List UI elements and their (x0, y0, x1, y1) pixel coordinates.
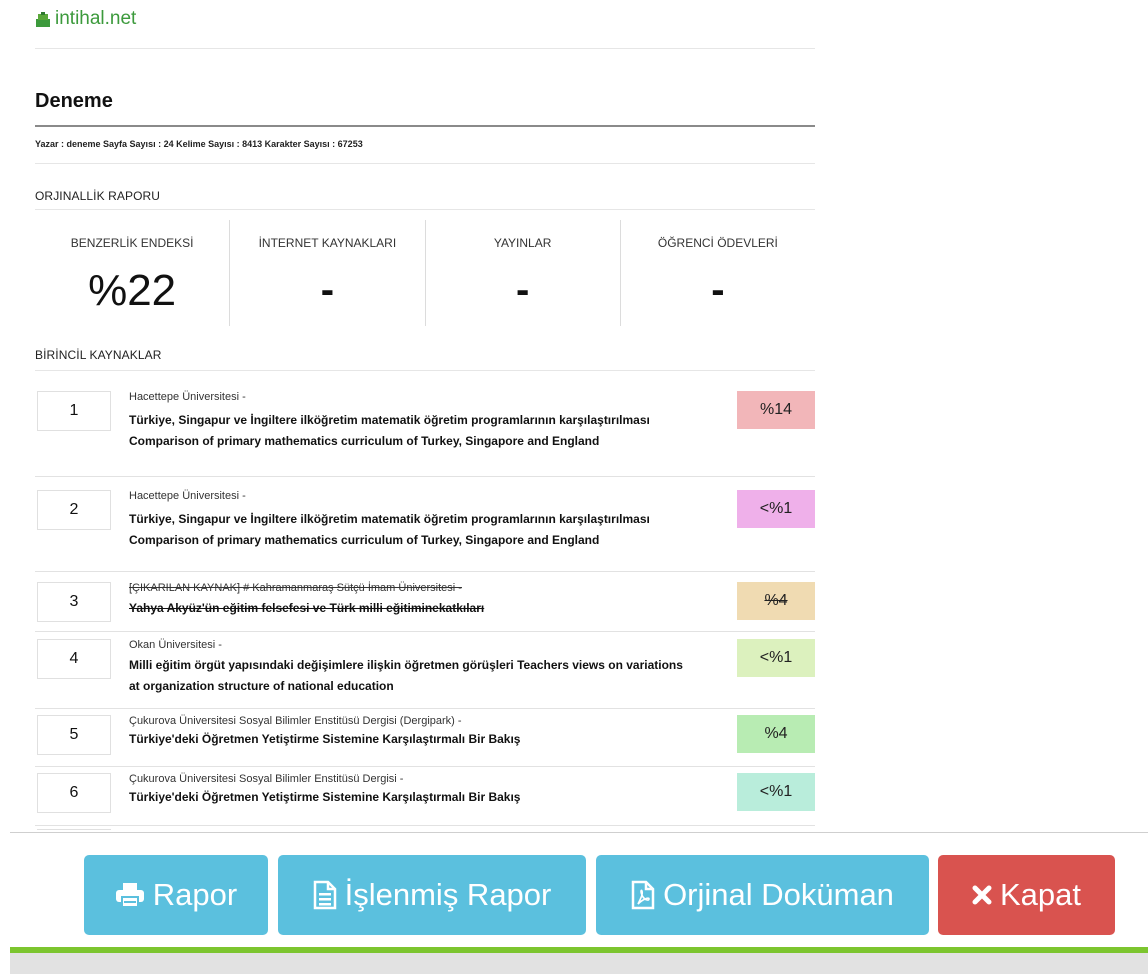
source-number: 4 (37, 639, 111, 679)
source-number: 5 (37, 715, 111, 755)
file-pdf-icon (631, 880, 655, 910)
primary-sources-heading: BİRİNCİL KAYNAKLAR (35, 348, 162, 362)
source-number: 2 (37, 490, 111, 530)
stat-label: ÖĞRENCİ ÖDEVLERİ (657, 236, 778, 250)
document-meta: Yazar : deneme Sayfa Sayısı : 24 Kelime … (35, 139, 363, 149)
source-percent-badge: %4 (737, 582, 815, 620)
source-title: Türkiye, Singapur ve İngiltere ilköğreti… (129, 512, 650, 547)
source-row[interactable]: 2 Hacettepe Üniversitesi - Türkiye, Sing… (35, 477, 815, 572)
source-number: 3 (37, 582, 111, 622)
stat-value: %22 (88, 266, 177, 315)
source-number (37, 829, 111, 830)
close-button-label: Kapat (999, 877, 1081, 912)
close-icon (972, 885, 992, 905)
report-button-label: Rapor (152, 877, 238, 912)
source-row[interactable]: 1 Hacettepe Üniversitesi - Türkiye, Sing… (35, 372, 815, 477)
stat-value: - (320, 268, 335, 312)
source-name: [ÇIKARILAN KAYNAK] # Kahramanmaraş Sütçü… (129, 582, 462, 594)
source-title: Milli eğitim örgüt yapısındaki değişimle… (129, 658, 683, 693)
source-percent-badge: %4 (737, 715, 815, 753)
footer-bar (10, 953, 1148, 974)
source-number: 1 (37, 391, 111, 431)
stat-value: - (711, 268, 725, 312)
source-title: Yahya Akyüz'ün eğitim felsefesi ve Türk … (129, 601, 485, 615)
source-title: Türkiye'deki Öğretmen Yetiştirme Sistemi… (129, 732, 521, 746)
stat-similarity-index: BENZERLİK ENDEKSİ %22 (35, 220, 231, 326)
stat-label: YAYINLAR (493, 236, 552, 250)
processed-report-button-label: İşlenmiş Rapor (344, 877, 552, 912)
source-name: Hacettepe Üniversitesi - (129, 391, 246, 403)
source-number: 6 (37, 773, 111, 813)
source-row-excluded[interactable]: 3 [ÇIKARILAN KAYNAK] # Kahramanmaraş Süt… (35, 572, 815, 632)
title-divider (35, 125, 815, 127)
source-row[interactable]: 5 Çukurova Üniversitesi Sosyal Bilimler … (35, 709, 815, 767)
source-percent-badge: <%1 (737, 773, 815, 811)
source-row[interactable]: 6 Çukurova Üniversitesi Sosyal Bilimler … (35, 767, 815, 826)
original-document-button-label: Orjinal Doküman (663, 877, 894, 912)
stat-internet-sources: İNTERNET KAYNAKLARI - (230, 220, 426, 326)
logo-text: intihal.net (55, 8, 137, 29)
document-title: Deneme (35, 90, 113, 112)
divider (35, 48, 815, 49)
stat-value: - (515, 268, 530, 312)
stat-label: BENZERLİK ENDEKSİ (70, 236, 194, 250)
sources-list: 1 Hacettepe Üniversitesi - Türkiye, Sing… (35, 372, 815, 830)
source-title: Türkiye'deki Öğretmen Yetiştirme Sistemi… (129, 790, 521, 804)
source-title: Türkiye, Singapur ve İngiltere ilköğreti… (129, 413, 650, 448)
source-name: Çukurova Üniversitesi Sosyal Bilimler En… (129, 715, 462, 727)
originality-report-heading: ORJINALLİK RAPORU (35, 189, 161, 203)
processed-report-button[interactable]: İşlenmiş Rapor (278, 855, 586, 935)
source-name: Okan Üniversitesi - (129, 639, 222, 651)
source-name: Hacettepe Üniversitesi - (129, 490, 246, 502)
file-text-icon (313, 880, 337, 910)
source-row[interactable]: 4 Okan Üniversitesi - Milli eğitim örgüt… (35, 632, 815, 709)
print-icon (115, 882, 145, 908)
divider (35, 163, 815, 164)
stat-student-papers: ÖĞRENCİ ÖDEVLERİ - (621, 220, 815, 326)
close-button[interactable]: Kapat (938, 855, 1115, 935)
stat-label: İNTERNET KAYNAKLARI (258, 236, 397, 250)
divider (35, 209, 815, 210)
source-name: Çukurova Üniversitesi Sosyal Bilimler En… (129, 773, 404, 785)
report-button[interactable]: Rapor (84, 855, 268, 935)
action-bar: Rapor İşlenmiş Rapor Orjinal Doküman Kap… (0, 833, 1148, 947)
stat-publications: YAYINLAR - (426, 220, 621, 326)
stats-panel: BENZERLİK ENDEKSİ %22 İNTERNET KAYNAKLAR… (35, 220, 815, 326)
original-document-button[interactable]: Orjinal Doküman (596, 855, 929, 935)
source-row-partial (35, 826, 815, 830)
source-percent-badge: <%1 (737, 490, 815, 528)
site-logo[interactable]: intihal.net (35, 8, 136, 30)
logo-icon (36, 11, 50, 27)
divider (35, 370, 815, 371)
source-percent-badge: <%1 (737, 639, 815, 677)
source-percent-badge: %14 (737, 391, 815, 429)
